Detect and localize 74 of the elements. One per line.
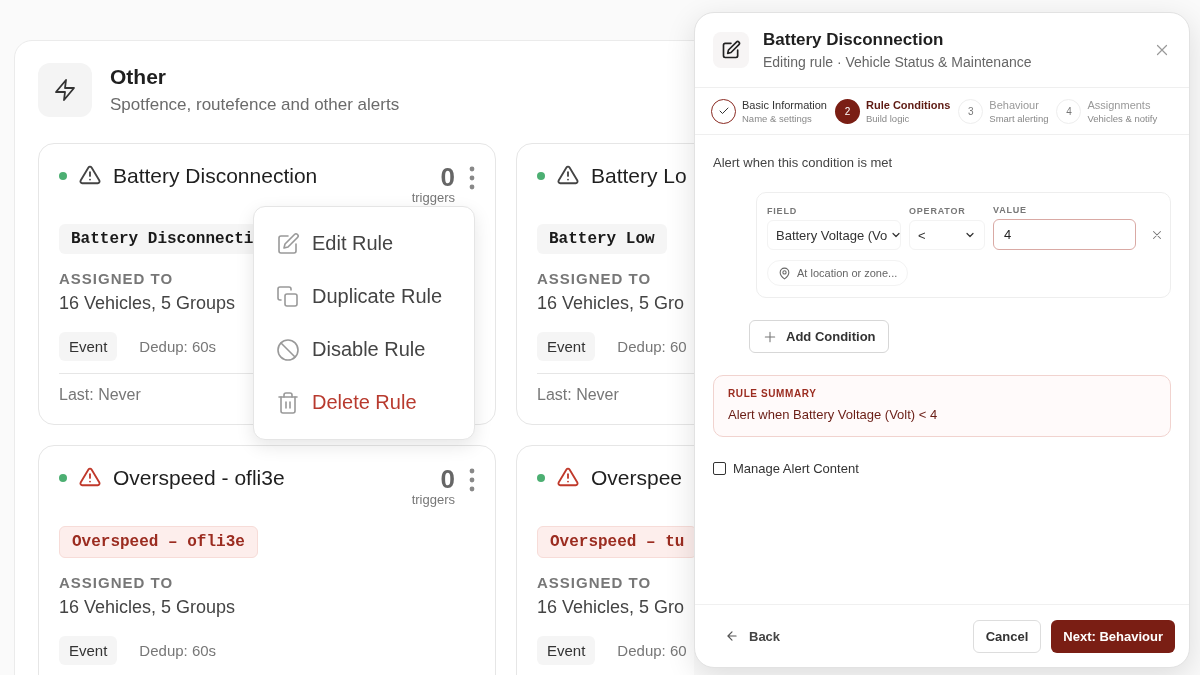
section-title: Other xyxy=(110,65,167,89)
edit-glyph xyxy=(721,40,741,60)
trigger-count: 0 xyxy=(440,164,455,190)
dedup-text: Dedup: 60 xyxy=(617,642,687,659)
warning-icon xyxy=(79,164,101,186)
warning-icon xyxy=(79,466,101,488)
menu-item[interactable]: Duplicate Rule xyxy=(254,284,474,309)
last-triggered: Last: Never xyxy=(537,386,619,403)
assigned-label: ASSIGNED TO xyxy=(537,574,653,591)
rule-title: Overspeed - ofli3e xyxy=(113,466,285,490)
rule-code: Overspeed – ofli3e xyxy=(59,526,258,558)
operator-label: OPERATOR xyxy=(909,206,967,216)
menu-item[interactable]: Delete Rule xyxy=(254,390,474,415)
location-button[interactable]: At location or zone... xyxy=(767,260,909,286)
dialog-title: Battery Disconnection xyxy=(763,30,945,50)
assigned-label: ASSIGNED TO xyxy=(59,574,175,591)
arrow-left-icon xyxy=(725,629,739,643)
dedup-text: Dedup: 60 xyxy=(617,338,687,355)
type-tag: Event xyxy=(59,332,118,361)
trash-icon xyxy=(276,390,300,415)
type-tag: Event xyxy=(59,636,118,665)
rule-title: Battery Lo xyxy=(591,164,687,188)
type-tag: Event xyxy=(537,332,596,361)
dialog-subtitle: Editing rule · Vehicle Status & Maintenance xyxy=(763,54,1032,70)
add-condition-button[interactable]: Add Condition xyxy=(749,320,889,353)
assigned-label: ASSIGNED TO xyxy=(537,270,653,287)
type-tag: Event xyxy=(537,636,596,665)
warning-icon xyxy=(557,466,579,488)
pin-icon xyxy=(778,266,791,280)
wizard-step[interactable]: 4 Assignments Vehicles & notify xyxy=(1056,98,1158,124)
wizard-step[interactable]: 3 Behaviour Smart alerting xyxy=(958,98,1049,124)
step-indicator: 2 xyxy=(835,98,860,124)
assigned-value: 16 Vehicles, 5 Gro xyxy=(537,293,685,314)
ban-icon xyxy=(276,337,300,362)
condition-intro: Alert when this condition is met xyxy=(713,155,894,170)
trigger-label: triggers xyxy=(411,190,455,205)
trigger-label: triggers xyxy=(411,492,455,507)
value-field[interactable]: 4 xyxy=(993,219,1136,250)
field-select[interactable]: Battery Voltage (Vo xyxy=(767,220,901,250)
menu-item[interactable]: Disable Rule xyxy=(254,337,474,362)
operator-select[interactable]: < xyxy=(909,220,985,250)
bolt-glyph xyxy=(53,78,77,102)
assigned-value: 16 Vehicles, 5 Groups xyxy=(59,293,236,314)
last-triggered: Last: Never xyxy=(59,386,141,403)
rule-title: Overspee xyxy=(591,466,683,490)
value-label: VALUE xyxy=(993,205,1028,215)
wizard-step[interactable]: 2 Rule Conditions Build logic xyxy=(835,98,951,124)
dedup-text: Dedup: 60s xyxy=(139,338,217,355)
next-button[interactable]: Next: Behaviour xyxy=(1051,619,1175,653)
edit-icon xyxy=(276,231,300,256)
close-icon xyxy=(1150,228,1164,242)
assigned-label: ASSIGNED TO xyxy=(59,270,175,287)
rule-code: Overspeed – tu xyxy=(537,526,694,558)
check-icon xyxy=(717,105,730,117)
rule-code: Battery Low xyxy=(537,224,667,254)
rule-title: Battery Disconnection xyxy=(113,164,318,188)
copy-icon xyxy=(276,284,300,309)
dedup-text: Dedup: 60s xyxy=(139,642,217,659)
assigned-value: 16 Vehicles, 5 Gro xyxy=(537,597,685,618)
remove-condition-button[interactable] xyxy=(1150,228,1164,242)
trigger-count: 0 xyxy=(440,466,455,492)
section-subtitle: Spotfence, routefence and other alerts xyxy=(110,95,400,115)
back-button[interactable]: Back xyxy=(725,628,781,644)
field-label: FIELD xyxy=(767,206,798,216)
assigned-value: 16 Vehicles, 5 Groups xyxy=(59,597,236,618)
more-icon[interactable] xyxy=(469,166,475,190)
more-icon[interactable] xyxy=(469,468,475,492)
warning-icon xyxy=(557,164,579,186)
wizard-step[interactable]: Basic Information Name & settings xyxy=(711,98,827,124)
checkbox[interactable] xyxy=(713,462,726,475)
cancel-button[interactable]: Cancel xyxy=(972,619,1042,653)
summary-label: RULE SUMMARY xyxy=(728,388,818,399)
checkbox-label: Manage Alert Content xyxy=(733,461,859,476)
summary-text: Alert when Battery Voltage (Volt) < 4 xyxy=(728,407,939,422)
